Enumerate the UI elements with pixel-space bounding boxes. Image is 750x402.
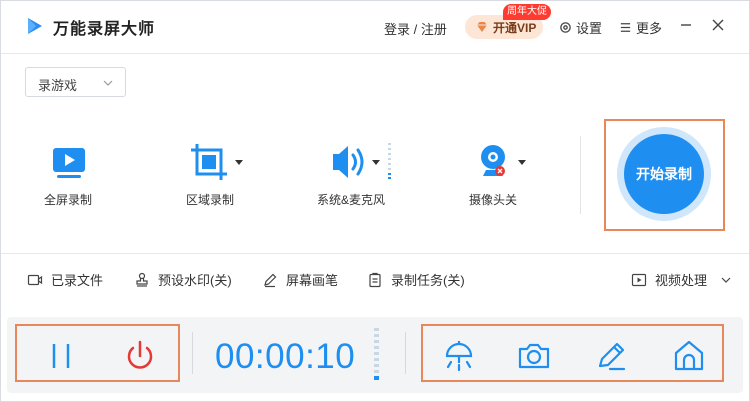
- app-window: 万能录屏大师 登录 / 注册 开通VIP 周年大促 设置 更多 录游戏 全屏录制…: [0, 0, 750, 402]
- chevron-down-icon: [103, 80, 113, 86]
- more-label: 更多: [636, 21, 663, 36]
- pause-icon[interactable]: [41, 336, 81, 376]
- video-play-icon: [631, 273, 647, 286]
- recorded-files-label: 已录文件: [51, 273, 104, 288]
- start-record-ring: 开始录制: [617, 127, 711, 221]
- pencil-icon[interactable]: [592, 336, 632, 376]
- app-logo-icon: [28, 18, 42, 34]
- tool-label: 摄像头关: [468, 193, 517, 207]
- chevron-down-icon: [721, 277, 731, 283]
- divider: [405, 332, 406, 374]
- tool-label: 系统&麦克风: [316, 193, 385, 207]
- webcam-icon: [481, 145, 505, 176]
- title-bar: 万能录屏大师 登录 / 注册 开通VIP 周年大促 设置 更多: [1, 1, 749, 53]
- watermark-button[interactable]: 预设水印(关): [134, 270, 232, 289]
- webcam-dropdown-caret[interactable]: [518, 160, 526, 165]
- volume-meter: [374, 328, 379, 380]
- region-record-tool[interactable]: 区域录制: [155, 141, 265, 211]
- tool-label: 全屏录制: [43, 193, 92, 207]
- video-processing-label: 视频处理: [655, 273, 708, 288]
- close-icon[interactable]: [710, 17, 726, 33]
- volume-meter: [388, 143, 391, 179]
- app-title: 万能录屏大师: [53, 21, 156, 38]
- minimize-icon[interactable]: [678, 17, 694, 33]
- settings-label: 设置: [576, 21, 603, 36]
- webcam-tool[interactable]: 摄像头关: [438, 141, 548, 211]
- divider: [580, 136, 581, 214]
- mode-select-value: 录游戏: [38, 78, 78, 93]
- spotlight-icon[interactable]: [439, 336, 479, 376]
- screen-pen-label: 屏幕画笔: [286, 273, 339, 288]
- recording-timer: 00:00:10: [215, 337, 356, 376]
- start-record-highlight: 开始录制: [604, 119, 725, 231]
- clipboard-icon: [369, 272, 381, 287]
- power-stop-icon[interactable]: [120, 336, 160, 376]
- fullscreen-record-tool[interactable]: 全屏录制: [13, 141, 123, 211]
- record-task-label: 录制任务(关): [391, 273, 465, 288]
- mode-select[interactable]: 录游戏: [25, 67, 126, 97]
- gear-icon: [560, 22, 571, 33]
- divider: [1, 253, 749, 254]
- video-processing-button[interactable]: 视频处理: [631, 270, 731, 289]
- promo-badge: 周年大促: [503, 4, 551, 20]
- crop-icon: [191, 144, 227, 180]
- settings-button[interactable]: 设置: [559, 18, 602, 37]
- home-icon[interactable]: [669, 336, 709, 376]
- start-record-button[interactable]: 开始录制: [624, 134, 704, 214]
- monitor-icon: [53, 148, 85, 178]
- audio-dropdown-caret[interactable]: [372, 160, 380, 165]
- recorded-files-button[interactable]: 已录文件: [27, 270, 103, 289]
- more-button[interactable]: 更多: [619, 18, 662, 37]
- diamond-icon: [477, 22, 487, 32]
- divider: [192, 332, 193, 374]
- tool-label: 区域录制: [185, 193, 234, 207]
- pen-icon: [264, 273, 277, 287]
- watermark-label: 预设水印(关): [158, 273, 232, 288]
- stamp-icon: [136, 272, 148, 287]
- camera-icon[interactable]: [514, 336, 554, 376]
- divider: [1, 53, 749, 54]
- region-dropdown-caret[interactable]: [235, 160, 243, 165]
- vip-label: 开通VIP: [493, 21, 537, 35]
- menu-icon: [620, 23, 631, 32]
- login-register-link[interactable]: 登录 / 注册: [384, 19, 447, 38]
- screen-pen-button[interactable]: 屏幕画笔: [262, 270, 338, 289]
- video-file-icon: [27, 274, 43, 285]
- record-task-button[interactable]: 录制任务(关): [367, 270, 465, 289]
